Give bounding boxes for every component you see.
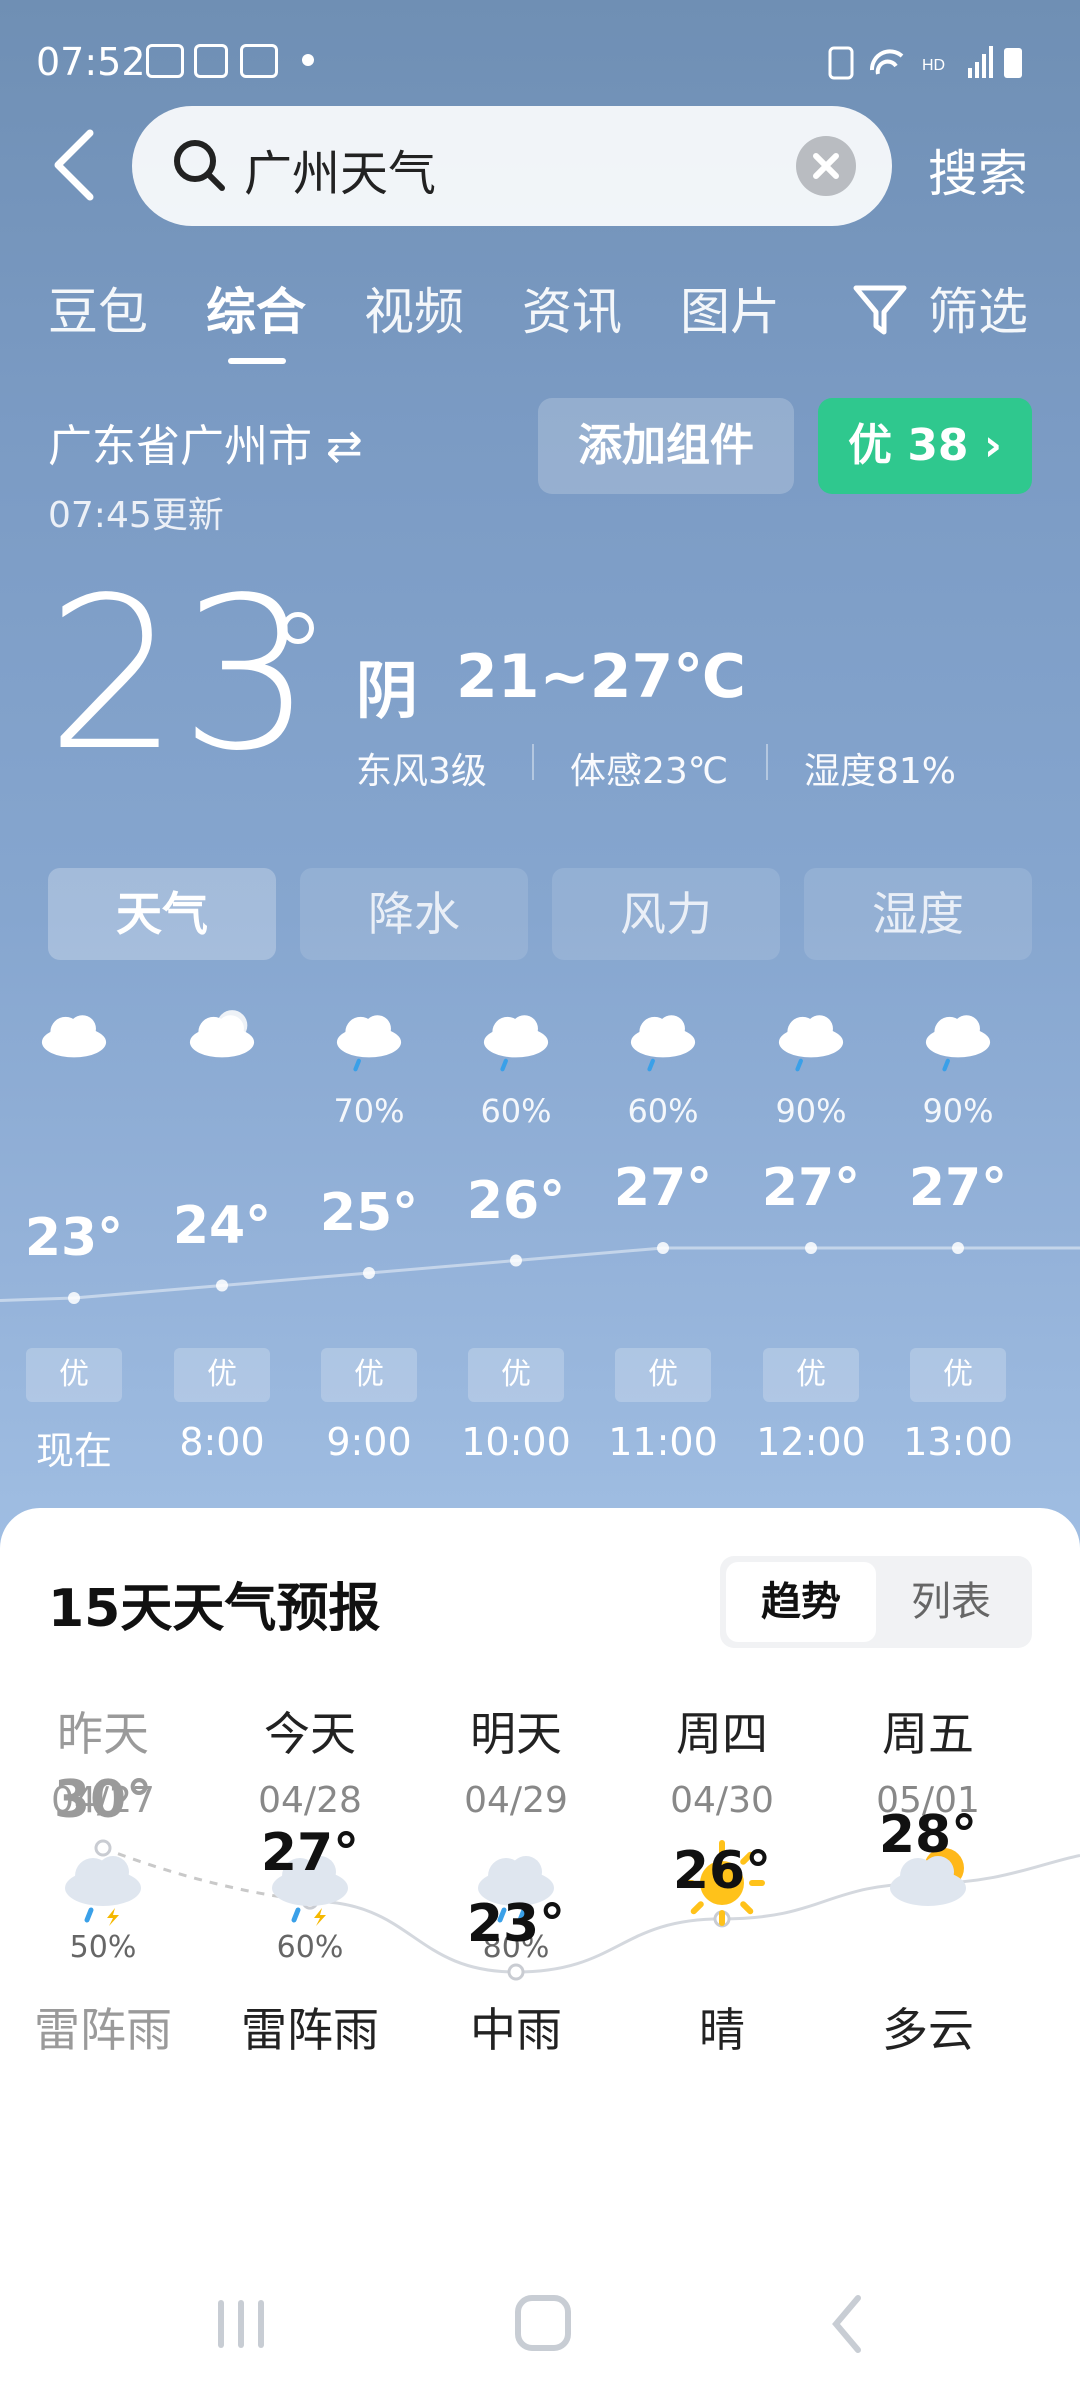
hourly-precip-chance: 90%: [922, 1092, 994, 1130]
hourly-precip-chance: 70%: [333, 1092, 405, 1130]
hourly-time: 12:00: [756, 1420, 866, 1464]
day-high-temperature: 30°: [53, 1770, 153, 1830]
day-name: 周四: [676, 1707, 768, 1761]
day-name: 明天: [470, 1707, 562, 1761]
day-name: 今天: [264, 1707, 356, 1761]
home-icon[interactable]: [515, 2295, 571, 2351]
hourly-time: 10:00: [461, 1420, 571, 1464]
forecast-day[interactable]: 今天 04/28 60% 雷阵雨: [207, 1698, 413, 2258]
rain-cloud-icon: [925, 1015, 991, 1072]
rain-cloud-icon: [778, 1015, 844, 1072]
forecast-day[interactable]: 明天 04/29 80% 中雨: [413, 1698, 619, 2258]
day-condition: 多云: [882, 2003, 974, 2057]
day-high-temperature: 28°: [878, 1805, 978, 1866]
hourly-air-quality: 优: [26, 1348, 122, 1402]
day-high-temperature: 26°: [672, 1840, 772, 1901]
day-condition: 中雨: [470, 2003, 562, 2057]
back-nav-icon[interactable]: [832, 2295, 861, 2353]
hourly-air-quality: 优: [910, 1348, 1006, 1402]
day-date: 04/28: [258, 1780, 362, 1821]
day-name: 周五: [882, 1707, 974, 1761]
cloud-icon: [41, 1015, 107, 1058]
day-name: 昨天: [57, 1707, 149, 1761]
day-precip-chance: 50%: [69, 1930, 137, 1965]
hourly-temperature: 23°: [24, 1208, 124, 1268]
rain-cloud-icon: [630, 1015, 696, 1072]
hourly-temperature: 25°: [319, 1183, 419, 1243]
hourly-time: 8:00: [179, 1420, 265, 1464]
hourly-temperature: 27°: [761, 1158, 861, 1218]
hourly-temperature: 27°: [908, 1158, 1008, 1218]
hourly-precip-chance: 60%: [627, 1092, 699, 1130]
hourly-item: 90% 优 13:00: [884, 990, 1032, 1470]
hourly-air-quality: 优: [763, 1348, 859, 1402]
hourly-item: 90% 优 12:00: [737, 990, 885, 1470]
day-date: 04/30: [670, 1780, 774, 1821]
thunder-rain-icon: [65, 1856, 141, 1926]
forecast-day[interactable]: 周四 04/30 晴: [619, 1698, 825, 2258]
hourly-air-quality: 优: [468, 1348, 564, 1402]
hourly-time: 13:00: [903, 1420, 1013, 1464]
hourly-precip-chance: 90%: [775, 1092, 847, 1130]
recent-apps-icon[interactable]: [218, 2300, 264, 2348]
day-precip-chance: 60%: [276, 1930, 344, 1965]
day-high-temperature: 23°: [466, 1894, 566, 1954]
rain-cloud-icon: [483, 1015, 549, 1072]
hourly-air-quality: 优: [174, 1348, 270, 1402]
day-condition: 晴: [699, 2003, 745, 2057]
hourly-time: 现在: [35, 1429, 112, 1473]
forecast-card: 15天天气预报 趋势 列表 昨天 04/27 50% 雷阵雨 30° 今天 04/28 60%…: [0, 1508, 1080, 2400]
day-condition: 雷阵雨: [34, 2003, 172, 2057]
hourly-temperature: 24°: [172, 1195, 272, 1256]
day-high-temperature: 27°: [260, 1823, 360, 1884]
hourly-air-quality: 优: [321, 1348, 417, 1402]
hourly-item: 60% 优 11:00: [589, 990, 737, 1470]
navigation-bar: [218, 2295, 861, 2353]
day-date: 04/29: [464, 1780, 568, 1821]
hourly-precip-chance: 60%: [480, 1092, 552, 1130]
hourly-air-quality: 优: [615, 1348, 711, 1402]
cloudy-icon: [189, 1010, 255, 1058]
hourly-time: 11:00: [608, 1420, 718, 1464]
day-condition: 雷阵雨: [241, 2003, 379, 2057]
hourly-temperature: 26°: [466, 1170, 566, 1231]
forecast-day[interactable]: 周五 05/01 多云: [825, 1698, 1031, 2258]
hourly-temperature: 27°: [613, 1158, 713, 1218]
hourly-time: 9:00: [326, 1420, 412, 1464]
rain-cloud-icon: [336, 1015, 402, 1072]
